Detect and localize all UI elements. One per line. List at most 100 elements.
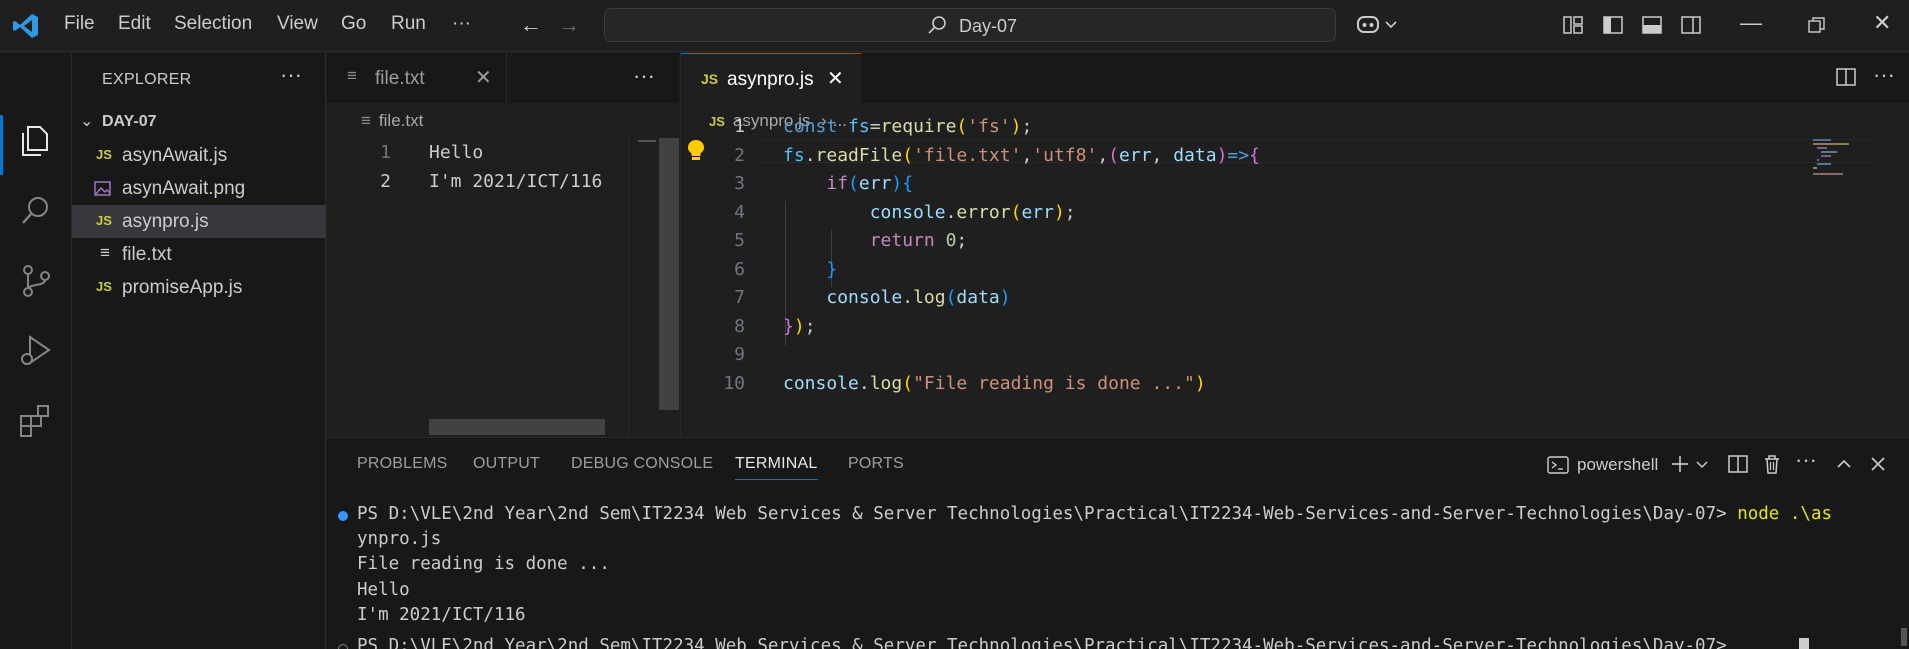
horizontal-scrollbar[interactable]: [429, 419, 605, 435]
code-line-10[interactable]: console.log("File reading is done ..."): [783, 373, 1206, 394]
split-editor-icon[interactable]: [1835, 66, 1857, 88]
breadcrumb[interactable]: ≡ file.txt: [361, 111, 423, 131]
code-line-3[interactable]: if(err){: [783, 173, 913, 194]
file-name: file.txt: [122, 244, 172, 265]
activity-bar: [0, 53, 72, 649]
panel-more-button[interactable]: ···: [1795, 447, 1817, 473]
lightbulb-icon[interactable]: [687, 139, 705, 161]
editor-more-button[interactable]: ···: [1873, 62, 1895, 88]
toggle-primary-sidebar-icon[interactable]: [1602, 14, 1624, 36]
tab-asynpro-js[interactable]: JS asynpro.js ✕: [681, 53, 861, 103]
tab-debug-console[interactable]: DEBUG CONSOLE: [571, 455, 713, 473]
code-line-4[interactable]: console.error(err);: [783, 202, 1076, 223]
file-name: asynAwait.png: [122, 178, 246, 199]
terminal-line[interactable]: PS D:\VLE\2nd Year\2nd Sem\IT2234 Web Se…: [357, 504, 1832, 524]
tab-output[interactable]: OUTPUT: [473, 455, 540, 473]
menu-run[interactable]: Run: [391, 13, 426, 35]
code-line-2[interactable]: fs.readFile('file.txt','utf8',(err, data…: [783, 145, 1260, 166]
minimap[interactable]: [1811, 137, 1891, 177]
code-line-6[interactable]: }: [783, 259, 837, 280]
terminal-prompt-line[interactable]: PS D:\VLE\2nd Year\2nd Sem\IT2234 Web Se…: [357, 636, 1737, 649]
minimize-icon[interactable]: —: [1740, 10, 1762, 36]
extensions-icon[interactable]: [18, 403, 54, 439]
folder-row[interactable]: ⌄ DAY-07: [72, 109, 326, 137]
menu-file[interactable]: File: [64, 13, 95, 35]
explorer-icon[interactable]: [18, 123, 54, 159]
tab-ports[interactable]: PORTS: [848, 455, 904, 473]
close-icon[interactable]: ✕: [827, 66, 844, 91]
folder-name: DAY-07: [102, 113, 157, 130]
command-center[interactable]: Day-07: [604, 8, 1336, 42]
tab-problems[interactable]: PROBLEMS: [357, 455, 448, 473]
restore-icon[interactable]: [1806, 14, 1828, 36]
chevron-down-icon[interactable]: [1691, 453, 1713, 475]
terminal-line[interactable]: I'm 2021/ICT/116: [357, 605, 526, 625]
image-file-icon: [94, 181, 111, 196]
toggle-panel-icon[interactable]: [1641, 14, 1663, 36]
explorer-more-button[interactable]: ···: [280, 62, 302, 88]
bottom-panel: PROBLEMS OUTPUT DEBUG CONSOLE TERMINAL P…: [327, 437, 1909, 649]
command-center-label: Day-07: [959, 16, 1018, 36]
menu-edit[interactable]: Edit: [118, 13, 151, 35]
toggle-secondary-sidebar-icon[interactable]: [1680, 14, 1702, 36]
tab-label: asynpro.js: [727, 69, 814, 90]
minimap[interactable]: [638, 140, 656, 142]
close-icon[interactable]: ✕: [475, 65, 492, 90]
file-item[interactable]: asynAwait.png: [72, 172, 326, 205]
chevron-down-icon: ⌄: [80, 113, 94, 130]
terminal-line[interactable]: ynpro.js: [357, 529, 441, 549]
file-item[interactable]: JS promiseApp.js: [72, 271, 326, 304]
tab-strip: [681, 53, 1909, 103]
new-terminal-icon[interactable]: [1669, 453, 1691, 475]
run-debug-icon[interactable]: [18, 333, 54, 369]
terminal-line[interactable]: File reading is done ...: [357, 554, 610, 574]
menu-go[interactable]: Go: [341, 13, 366, 35]
explorer-title: EXPLORER: [102, 71, 192, 88]
back-arrow-icon[interactable]: ←: [520, 12, 542, 38]
line-number: 4: [734, 202, 745, 223]
close-panel-icon[interactable]: [1867, 453, 1889, 475]
file-item-selected[interactable]: JS asynpro.js: [72, 205, 326, 238]
split-terminal-icon[interactable]: [1727, 453, 1749, 475]
search-icon: [928, 16, 946, 34]
search-icon[interactable]: [18, 193, 54, 229]
copilot-icon[interactable]: [1356, 13, 1400, 37]
line-number: 1: [380, 142, 391, 163]
shell-name[interactable]: powershell: [1577, 455, 1658, 475]
editor-group-left: ≡ file.txt ✕ ··· ≡ file.txt 1 2 Hello I'm…: [327, 53, 679, 437]
command-status-dot: [338, 511, 348, 521]
vertical-scrollbar[interactable]: [659, 138, 679, 410]
menu-more[interactable]: ···: [452, 13, 471, 35]
js-file-icon: JS: [96, 279, 112, 294]
menu-selection[interactable]: Selection: [174, 13, 252, 35]
file-item[interactable]: ≡ file.txt: [72, 238, 326, 271]
close-window-icon[interactable]: ✕: [1873, 10, 1891, 36]
line-number: 2: [734, 145, 745, 166]
tab-file-txt[interactable]: ≡ file.txt ✕: [327, 53, 507, 103]
line-number: 3: [734, 173, 745, 194]
code-line-8[interactable]: });: [783, 316, 816, 337]
source-control-icon[interactable]: [18, 263, 54, 299]
text-file-icon: ≡: [100, 243, 110, 262]
tab-terminal[interactable]: TERMINAL: [735, 455, 818, 480]
code-line-5[interactable]: return 0;: [783, 230, 968, 251]
line-number: 10: [723, 373, 745, 394]
code-line-7[interactable]: console.log(data): [783, 287, 1010, 308]
forward-arrow-icon[interactable]: →: [558, 12, 580, 38]
text-file-icon: ≡: [347, 66, 357, 85]
trash-icon[interactable]: [1761, 453, 1783, 475]
file-name: asynpro.js: [122, 211, 209, 232]
text-line[interactable]: Hello: [429, 142, 483, 163]
js-file-icon: JS: [96, 147, 112, 162]
customize-layout-icon[interactable]: [1562, 14, 1584, 36]
menu-view[interactable]: View: [277, 13, 318, 35]
file-item[interactable]: JS asynAwait.js: [72, 139, 326, 172]
code-line-1[interactable]: const fs=require('fs');: [783, 116, 1032, 137]
tab-label: file.txt: [375, 68, 425, 89]
maximize-panel-icon[interactable]: [1833, 453, 1855, 475]
terminal-line[interactable]: Hello: [357, 580, 410, 600]
editor-more-button[interactable]: ···: [633, 63, 655, 89]
text-file-icon: ≡: [361, 111, 371, 130]
terminal-scrollbar[interactable]: [1901, 628, 1907, 646]
text-line[interactable]: I'm 2021/ICT/116: [429, 171, 602, 192]
